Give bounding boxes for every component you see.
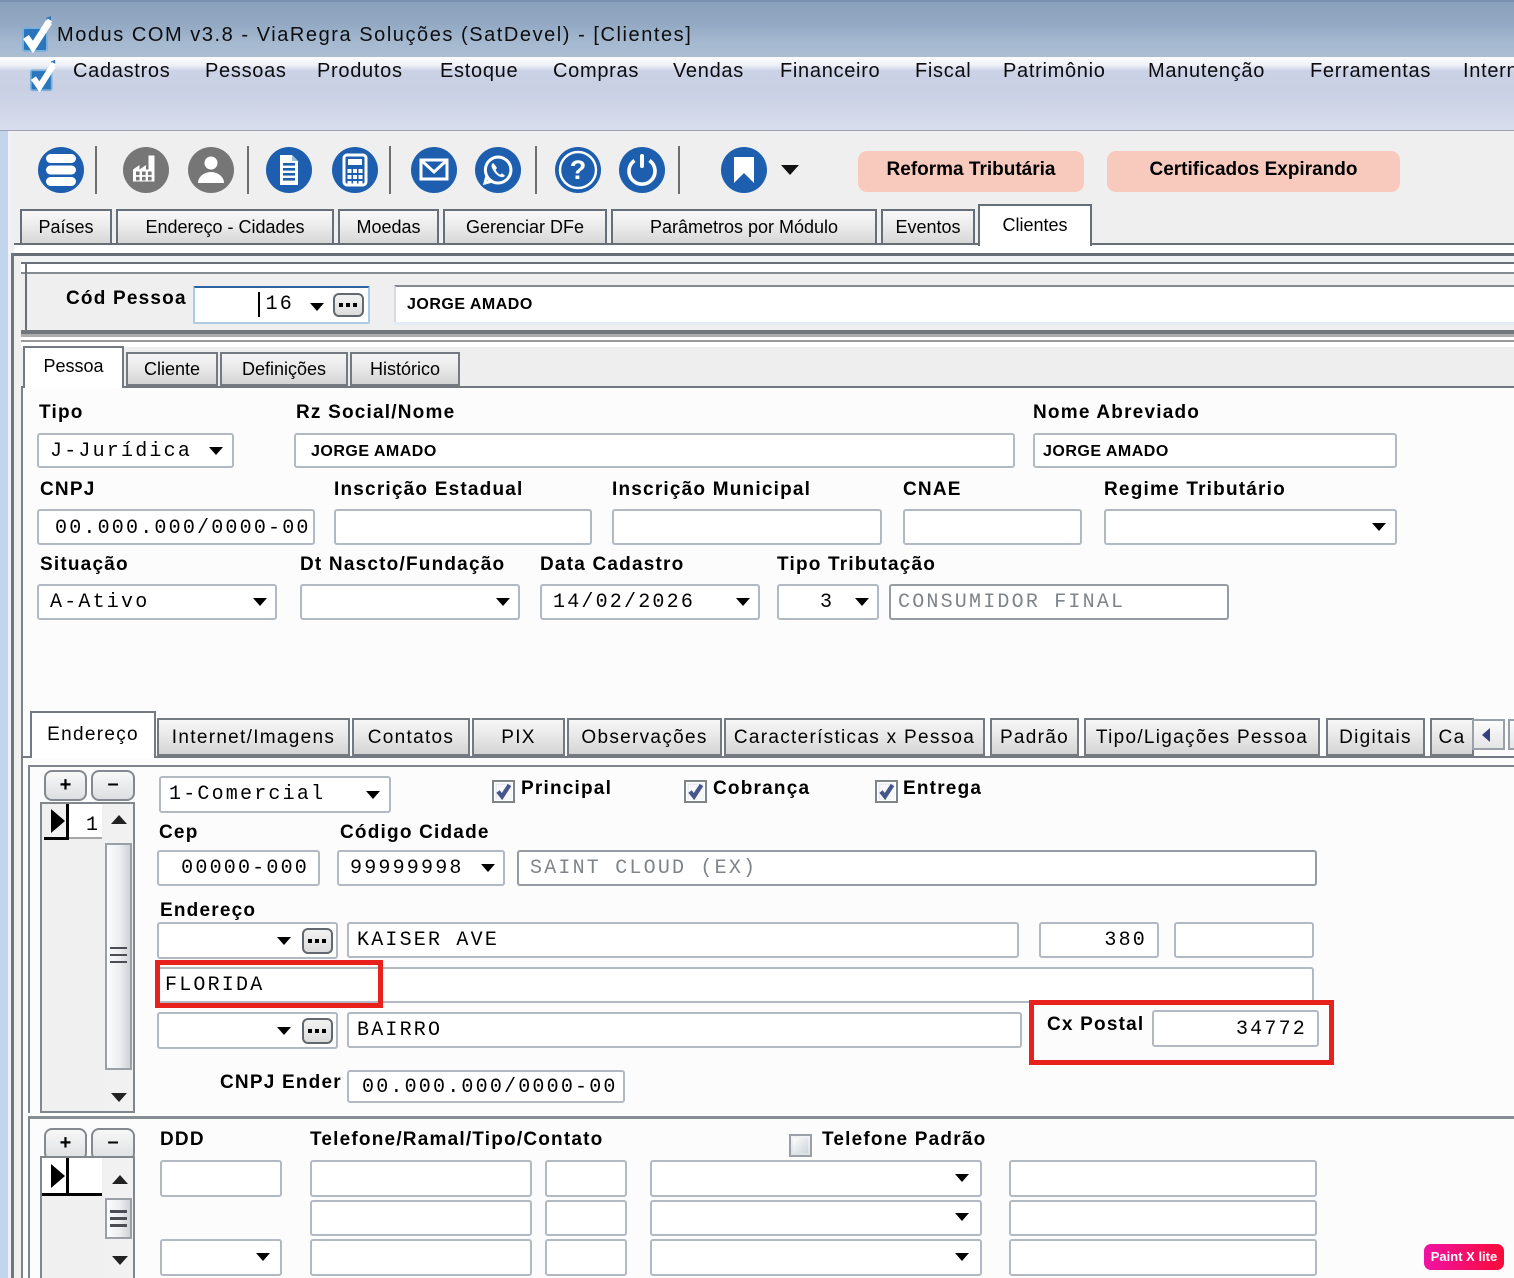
svg-text:?: ? [570,155,587,185]
